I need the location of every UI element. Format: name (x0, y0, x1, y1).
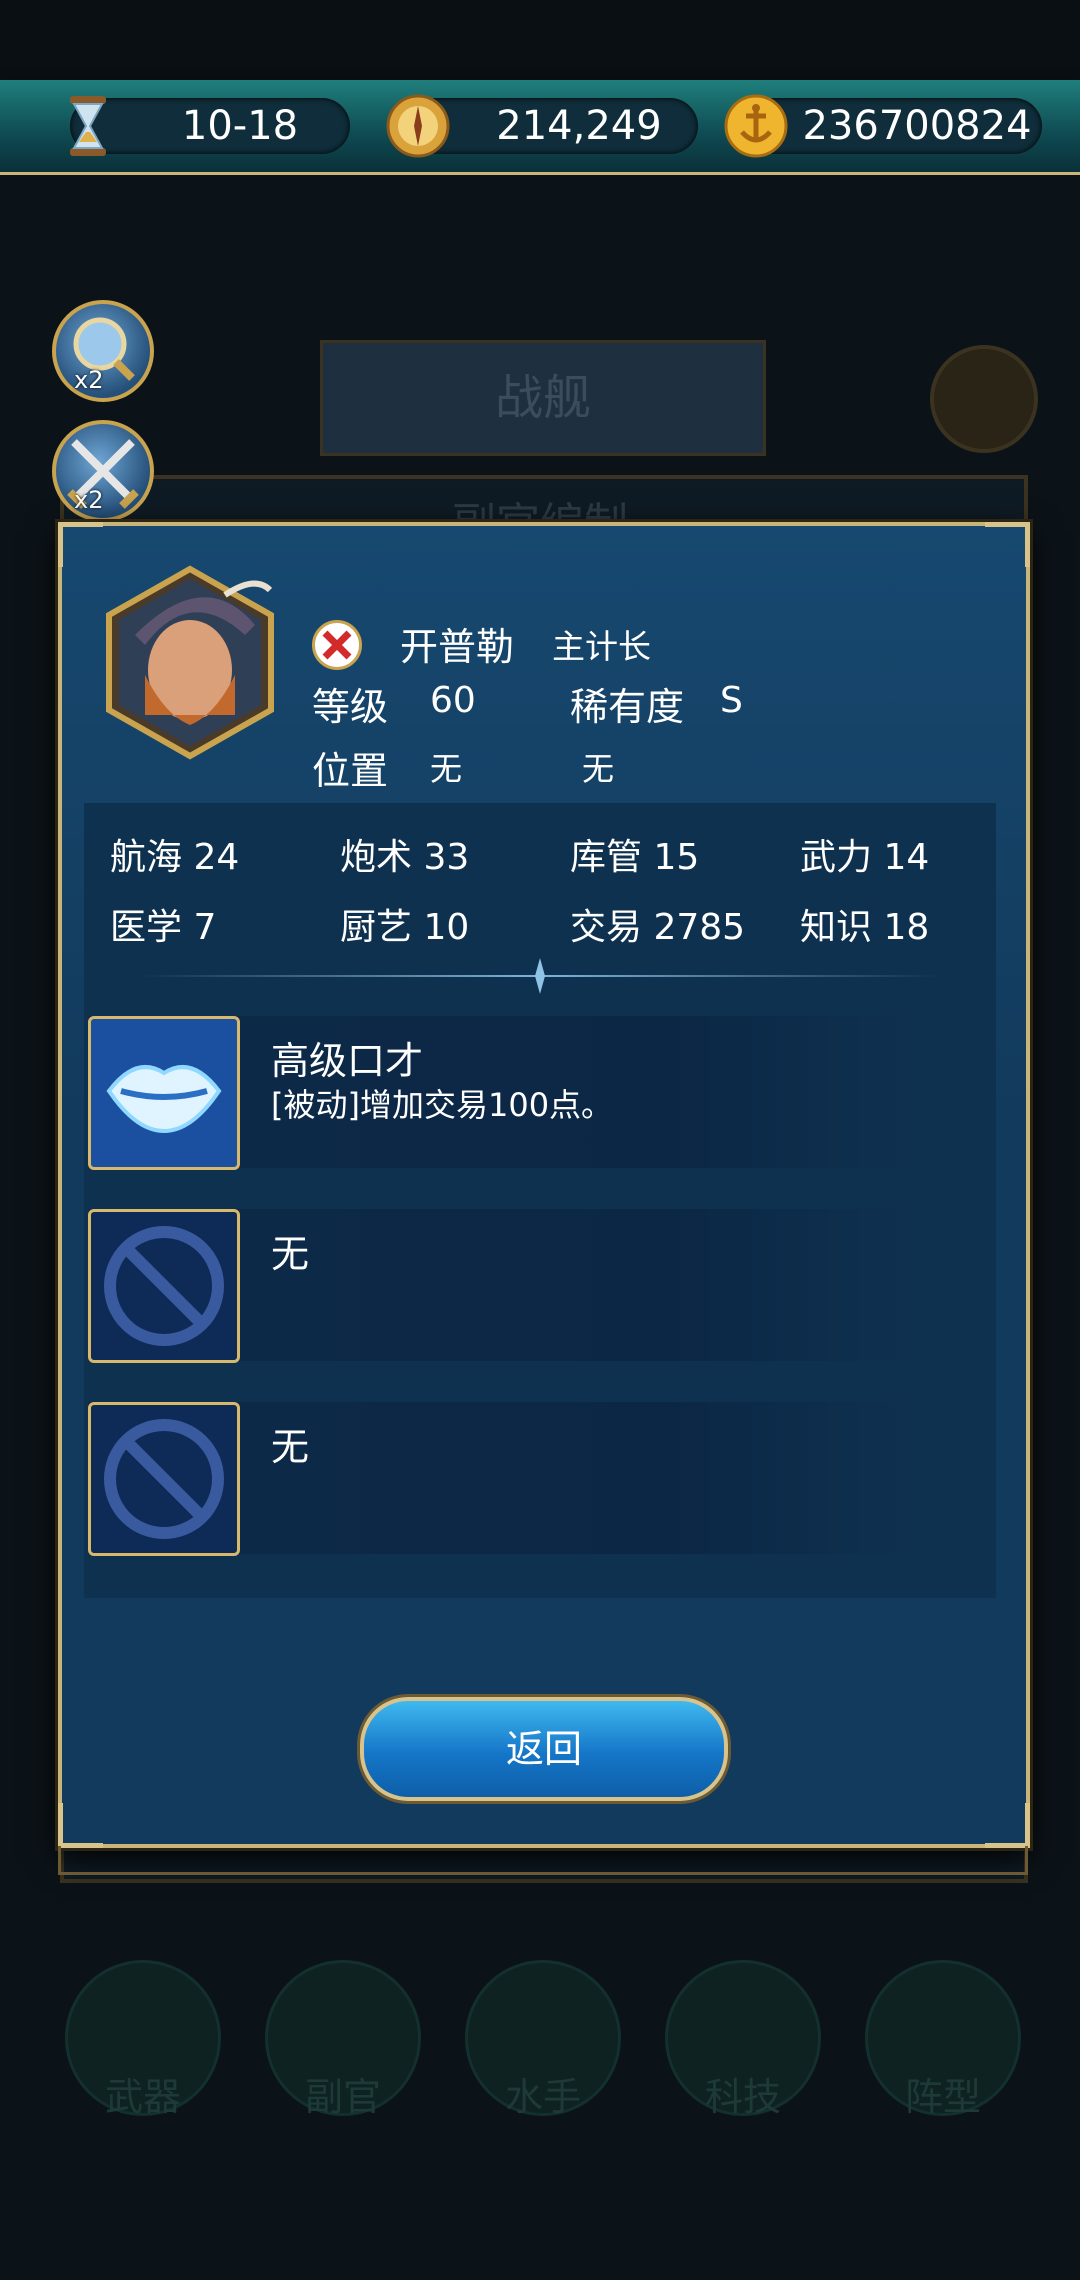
skill-icon-frame (88, 1209, 240, 1363)
skill-slot-2[interactable]: 无 (88, 1209, 918, 1363)
officer-name: 开普勒 (400, 625, 515, 669)
hourglass-icon (70, 96, 106, 156)
nav-label: 副官 (304, 2075, 381, 2119)
no-entry-icon (104, 1226, 224, 1346)
level-value: 60 (430, 680, 476, 721)
position-label: 位置 (312, 749, 389, 793)
return-button[interactable]: 返回 (360, 1697, 728, 1801)
skill-name: 高级口才 (271, 1039, 424, 1083)
stat-medicine: 医学 7 (110, 907, 217, 948)
nav-weapons: 武器 (65, 1960, 221, 2119)
resource-gold-value: 236700824 (802, 103, 1032, 149)
nav-sailors: 水手 (465, 1960, 621, 2119)
stat-storage: 库管 15 (570, 837, 700, 878)
resource-compass-value: 214,249 (496, 103, 662, 149)
nav-label: 阵型 (904, 2075, 981, 2119)
no-entry-icon (104, 1419, 224, 1539)
skill-icon-frame (88, 1016, 240, 1170)
resource-time: 10-18 (70, 96, 350, 156)
background-banner: 战舰 (320, 340, 766, 456)
nav-formation: 阵型 (865, 1960, 1021, 2119)
divider-ornament-icon (535, 958, 545, 994)
lips-icon (106, 1065, 222, 1134)
resource-time-value: 10-18 (181, 103, 299, 149)
skill-icon-frame (88, 1402, 240, 1556)
stat-force: 武力 14 (800, 837, 930, 878)
stat-gunnery: 炮术 33 (340, 837, 470, 878)
skill-description: [被动]增加交易100点。 (271, 1086, 614, 1124)
position-value-secondary: 无 (582, 750, 615, 788)
dialog-bottom-frame (58, 1846, 1028, 1875)
battle-boost-button[interactable]: x2 (52, 420, 154, 522)
compass-coin-icon (386, 94, 450, 158)
stat-cooking: 厨艺 10 (340, 907, 470, 948)
nav-label: 水手 (504, 2075, 581, 2119)
nav-tech: 科技 (665, 1960, 821, 2119)
officer-title: 主计长 (552, 627, 651, 666)
nav-label: 科技 (704, 2075, 781, 2119)
resource-gold: 236700824 (724, 94, 1042, 158)
officer-portrait (106, 565, 274, 760)
rarity-label: 稀有度 (570, 685, 685, 729)
skill-name: 无 (271, 1425, 310, 1469)
stat-navigation: 航海 24 (110, 837, 240, 878)
nav-officers: 副官 (265, 1960, 421, 2119)
background-back-icon (930, 345, 1038, 453)
anchor-coin-icon (724, 94, 788, 158)
resource-compass: 214,249 (386, 94, 698, 158)
search-boost-button[interactable]: x2 (52, 300, 154, 402)
nation-flag-icon (312, 620, 362, 670)
resource-bar: 10-18 214,249 236700824 (0, 80, 1080, 175)
boost-badge: x2 (74, 366, 104, 394)
return-button-label: 返回 (505, 1727, 582, 1771)
rarity-value: S (720, 680, 743, 721)
stat-knowledge: 知识 18 (800, 907, 930, 948)
boost-badge: x2 (74, 486, 104, 514)
skill-name: 无 (271, 1232, 310, 1276)
position-value: 无 (430, 750, 463, 788)
skill-slot-3[interactable]: 无 (88, 1402, 918, 1556)
skill-slot-1[interactable]: 高级口才 [被动]增加交易100点。 (88, 1016, 918, 1170)
level-label: 等级 (312, 685, 389, 729)
stat-trade: 交易 2785 (570, 907, 746, 948)
nav-label: 武器 (104, 2075, 181, 2119)
